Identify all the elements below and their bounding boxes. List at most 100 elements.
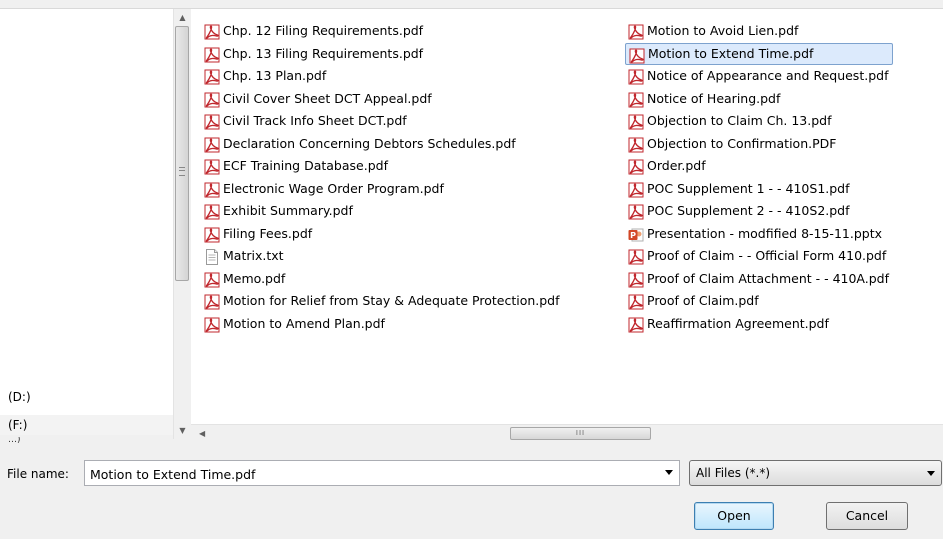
file-item[interactable]: Objection to Confirmation.PDF [625, 133, 893, 156]
file-item[interactable]: Notice of Hearing.pdf [625, 88, 893, 111]
file-item[interactable]: Proof of Claim - - Official Form 410.pdf [625, 245, 893, 268]
pdf-icon [628, 159, 644, 175]
pdf-icon [628, 249, 644, 265]
pdf-icon [628, 317, 644, 333]
file-name: Filing Fees.pdf [223, 225, 313, 241]
pdf-icon [204, 114, 220, 130]
pdf-icon [628, 182, 644, 198]
file-name: Notice of Appearance and Request.pdf [647, 68, 889, 83]
navigation-pane[interactable]: (D:) (F:) …) [0, 9, 173, 443]
file-name: Notice of Hearing.pdf [647, 90, 781, 106]
file-name: Motion to Amend Plan.pdf [223, 315, 385, 331]
file-item[interactable]: Memo.pdf [201, 268, 564, 291]
file-item[interactable]: Electronic Wage Order Program.pdf [201, 178, 564, 201]
file-column-2: Motion to Avoid Lien.pdf Motion to Extend… [625, 20, 894, 336]
file-name: POC Supplement 2 - - 410S2.pdf [647, 203, 850, 218]
file-item[interactable]: Motion for Relief from Stay & Adequate P… [201, 290, 564, 313]
pdf-icon [204, 47, 220, 63]
file-item[interactable]: Proof of Claim.pdf [625, 290, 893, 313]
file-name: Motion to Avoid Lien.pdf [647, 23, 799, 38]
file-item[interactable]: ECF Training Database.pdf [201, 155, 564, 178]
file-list-pane[interactable]: Chp. 12 Filing Requirements.pdf Chp. 13 F… [191, 9, 943, 424]
pdf-icon [628, 272, 644, 288]
filename-combobox[interactable] [84, 460, 680, 487]
file-name: Proof of Claim Attachment - - 410A.pdf [647, 270, 890, 286]
filetype-select[interactable]: All Files (*.*) [689, 460, 942, 486]
file-name: Declaration Concerning Debtors Schedules… [223, 135, 516, 151]
file-name: Order.pdf [647, 158, 706, 173]
top-border [0, 0, 943, 9]
filetype-value: All Files (*.*) [696, 466, 771, 480]
file-name: Civil Cover Sheet DCT Appeal.pdf [223, 90, 432, 106]
filetype-dropdown-arrow-icon [927, 471, 935, 476]
txt-icon [204, 249, 220, 265]
file-name: Motion to Extend Time.pdf [648, 45, 814, 61]
pdf-icon [204, 24, 220, 40]
pdf-icon [204, 159, 220, 175]
pdf-icon [628, 92, 644, 108]
pdf-icon [204, 204, 220, 220]
scroll-left-arrow-icon[interactable]: ◀ [199, 425, 205, 442]
filename-input[interactable] [85, 461, 662, 487]
pdf-icon [629, 48, 645, 64]
file-name: Civil Track Info Sheet DCT.pdf [223, 113, 407, 128]
file-item[interactable]: POC Supplement 1 - - 410S1.pdf [625, 178, 893, 201]
file-item[interactable]: Chp. 13 Filing Requirements.pdf [201, 43, 564, 66]
file-item[interactable]: POC Supplement 2 - - 410S2.pdf [625, 200, 893, 223]
pdf-icon [628, 137, 644, 153]
file-name: Proof of Claim.pdf [647, 293, 759, 308]
file-name: Proof of Claim - - Official Form 410.pdf [647, 248, 887, 263]
file-name: Chp. 13 Filing Requirements.pdf [223, 45, 424, 61]
filename-dropdown-arrow-icon[interactable] [665, 470, 673, 475]
scroll-down-arrow-icon[interactable]: ▼ [174, 422, 191, 439]
filename-label: File name: [7, 467, 69, 481]
file-item[interactable]: P Presentation - modfified 8-15-11.pptx [625, 223, 893, 246]
file-item[interactable]: Filing Fees.pdf [201, 223, 564, 246]
file-name: ECF Training Database.pdf [223, 158, 388, 173]
file-item[interactable]: Objection to Claim Ch. 13.pdf [625, 110, 893, 133]
file-item[interactable]: Motion to Extend Time.pdf [625, 42, 894, 65]
pptx-icon: P [628, 227, 644, 243]
file-item[interactable]: Civil Track Info Sheet DCT.pdf [201, 110, 564, 133]
nav-drive-f[interactable]: (F:) [0, 415, 173, 435]
nav-drive-d[interactable]: (D:) [0, 387, 173, 407]
file-item[interactable]: Matrix.txt [201, 245, 564, 268]
file-item[interactable]: Proof of Claim Attachment - - 410A.pdf [625, 268, 893, 291]
file-item[interactable]: Declaration Concerning Debtors Schedules… [201, 133, 564, 156]
file-item[interactable]: Civil Cover Sheet DCT Appeal.pdf [201, 88, 564, 111]
pdf-icon [628, 69, 644, 85]
file-item[interactable]: Chp. 13 Plan.pdf [201, 65, 564, 88]
open-button[interactable]: Open [694, 502, 774, 530]
file-name: Electronic Wage Order Program.pdf [223, 180, 444, 196]
file-item[interactable]: Notice of Appearance and Request.pdf [625, 65, 893, 88]
nav-drive-more[interactable]: …) [0, 437, 173, 443]
file-item[interactable]: Order.pdf [625, 155, 893, 178]
file-item[interactable]: Motion to Amend Plan.pdf [201, 313, 564, 336]
pdf-icon [204, 182, 220, 198]
file-name: POC Supplement 1 - - 410S1.pdf [647, 180, 850, 196]
file-name: Chp. 13 Plan.pdf [223, 68, 327, 83]
pdf-icon [628, 294, 644, 310]
pdf-icon [204, 92, 220, 108]
vertical-scrollbar[interactable]: ▲ ▼ [173, 9, 191, 439]
pdf-icon [628, 24, 644, 40]
pdf-icon [628, 204, 644, 220]
file-column-1: Chp. 12 Filing Requirements.pdf Chp. 13 F… [201, 20, 564, 335]
file-name: Reaffirmation Agreement.pdf [647, 315, 829, 331]
svg-text:P: P [630, 231, 636, 240]
file-name: Objection to Confirmation.PDF [647, 135, 837, 151]
cancel-button[interactable]: Cancel [826, 502, 908, 530]
pdf-icon [204, 137, 220, 153]
horizontal-scrollbar[interactable]: ◀ III [191, 424, 943, 442]
scroll-up-arrow-icon[interactable]: ▲ [174, 9, 191, 26]
file-name: Objection to Claim Ch. 13.pdf [647, 113, 832, 128]
file-name: Exhibit Summary.pdf [223, 203, 353, 218]
horizontal-scroll-thumb[interactable]: III [510, 427, 651, 440]
file-item[interactable]: Exhibit Summary.pdf [201, 200, 564, 223]
file-item[interactable]: Chp. 12 Filing Requirements.pdf [201, 20, 564, 43]
file-name: Matrix.txt [223, 248, 284, 263]
file-item[interactable]: Motion to Avoid Lien.pdf [625, 20, 893, 43]
file-item[interactable]: Reaffirmation Agreement.pdf [625, 313, 893, 336]
grip-icon [179, 167, 185, 176]
vertical-scroll-thumb[interactable] [175, 26, 189, 281]
